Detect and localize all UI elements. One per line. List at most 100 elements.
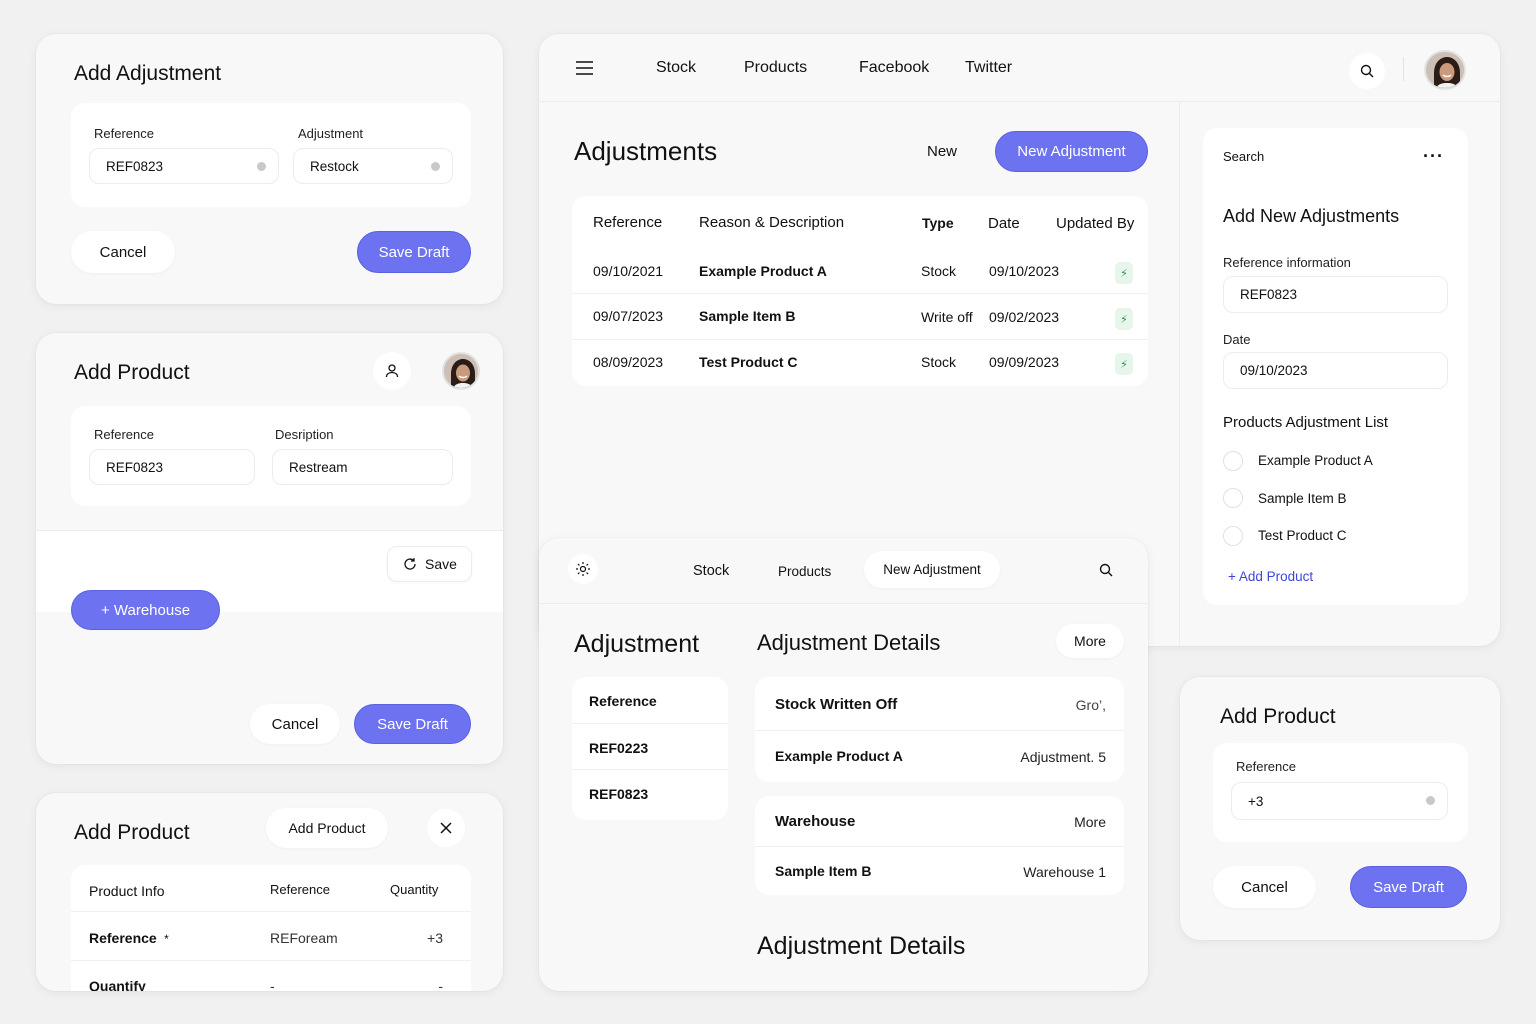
adjustment-value: Restock (310, 158, 359, 174)
nav-item-stock[interactable]: Stock (693, 563, 729, 579)
description-field[interactable]: Restream (272, 449, 453, 485)
divider (572, 293, 1148, 294)
panel-title: Add New Adjustments (1223, 206, 1400, 226)
divider (572, 339, 1148, 340)
edit-icon[interactable]: ⚡ (1115, 308, 1133, 330)
row-type: Write off (921, 309, 973, 325)
section-title: Adjustment (574, 630, 700, 658)
tab-new-adjustment[interactable]: New Adjustment (864, 551, 1000, 588)
list-item[interactable]: REF0823 (589, 786, 648, 802)
reference-value: REF0823 (106, 158, 164, 174)
nav-item-stock[interactable]: Stock (656, 59, 696, 77)
row-reference: 09/07/2023 (593, 308, 664, 324)
add-product-small-card: Add Product Reference +3 Cancel Save Dra… (1180, 677, 1500, 940)
reference-field[interactable]: REF0823 (89, 449, 255, 485)
status-dot (431, 162, 440, 171)
save-draft-button[interactable]: Save Draft (1350, 866, 1467, 908)
adjustment-field[interactable]: Restock (293, 148, 453, 184)
table-row[interactable]: Quantify - - (89, 978, 453, 991)
list-item[interactable]: Sample Item B (1258, 491, 1347, 506)
save-label: Save (425, 556, 457, 572)
detail-value: Gro’, (1075, 697, 1106, 713)
row-date: 09/02/2023 (989, 309, 1060, 325)
add-product-button[interactable]: Add Product (266, 808, 388, 848)
menu-icon[interactable] (576, 61, 593, 75)
more-options-icon[interactable]: ··· (1423, 147, 1444, 165)
cancel-button[interactable]: Cancel (71, 231, 175, 273)
required-marker: * (164, 932, 169, 946)
save-draft-button[interactable]: Save Draft (357, 231, 471, 273)
search-label[interactable]: Search (1223, 149, 1264, 164)
nav-item-products[interactable]: Products (744, 59, 807, 77)
search-icon[interactable] (1099, 563, 1113, 577)
detail-label: Warehouse (775, 813, 856, 830)
adjustments-table: Reference Reason & Description Type Date… (572, 196, 1148, 386)
nav-item-twitter[interactable]: Twitter (965, 59, 1012, 77)
nav-item-facebook[interactable]: Facebook (859, 59, 929, 77)
edit-icon[interactable]: ⚡ (1115, 353, 1133, 375)
add-product-card: Add Product Reference REF0823 Desription… (36, 333, 503, 764)
top-nav: Stock Products Facebook Twitter (539, 34, 1500, 102)
save-button[interactable]: Save (387, 546, 472, 582)
detail-label: Stock Written Off (775, 696, 898, 713)
list-item[interactable]: Example Product A (1258, 453, 1373, 468)
description-value: Restream (289, 459, 348, 475)
status-dot (257, 162, 266, 171)
save-draft-button[interactable]: Save Draft (354, 704, 471, 744)
divider (71, 911, 471, 912)
nav-item-products[interactable]: Products (778, 564, 831, 579)
col-header-updated-by: Updated By (1056, 215, 1135, 232)
reference-info-label: Reference information (1223, 255, 1351, 270)
reference-label: Reference (1236, 759, 1296, 774)
table-row[interactable]: Reference * REFoream +3 (89, 930, 453, 950)
more-button[interactable]: More (1056, 624, 1124, 658)
avatar[interactable] (442, 352, 480, 390)
settings-icon[interactable] (568, 554, 598, 584)
reference-label: Reference (94, 126, 154, 141)
col-header-reason: Reason & Description (699, 214, 845, 231)
row-date: 09/10/2023 (989, 263, 1060, 279)
edit-icon[interactable]: ⚡ (1115, 262, 1133, 284)
list-item[interactable]: Test Product C (1258, 528, 1347, 543)
row-type: Stock (921, 263, 957, 279)
col-header-reference: Reference (270, 882, 330, 897)
card-title: Add Product (1220, 705, 1336, 728)
col-header-product-info: Product Info (89, 883, 165, 899)
more-link[interactable]: More (1074, 814, 1106, 830)
avatar[interactable] (1424, 50, 1466, 90)
row-quantity: +3 (427, 930, 443, 946)
reference-field[interactable]: +3 (1231, 782, 1448, 820)
add-product-link[interactable]: + Add Product (1228, 569, 1313, 584)
row-date: 09/09/2023 (989, 354, 1060, 370)
new-adjustment-button[interactable]: New Adjustment (995, 131, 1148, 172)
new-link[interactable]: New (927, 143, 957, 160)
row-reason: Sample Item B (699, 308, 796, 324)
date-field[interactable]: 09/10/2023 (1223, 352, 1448, 389)
reference-info-field[interactable]: REF0823 (1223, 276, 1448, 313)
list-item[interactable]: REF0223 (589, 740, 648, 756)
close-icon[interactable] (427, 809, 465, 847)
user-icon[interactable] (373, 352, 411, 390)
radio-button[interactable] (1223, 488, 1243, 508)
date-label: Date (1223, 332, 1251, 347)
card-title: Add Product (74, 821, 190, 844)
reference-field[interactable]: REF0823 (89, 148, 279, 184)
cancel-button[interactable]: Cancel (1213, 866, 1316, 908)
card-title: Add Product (74, 361, 190, 384)
page-title: Adjustments (574, 136, 718, 166)
add-warehouse-button[interactable]: + Warehouse (71, 590, 220, 630)
cancel-button[interactable]: Cancel (250, 704, 340, 744)
form-panel: Reference +3 (1213, 743, 1468, 842)
reference-label: Reference (94, 427, 154, 442)
divider (755, 846, 1124, 847)
search-icon[interactable] (1349, 53, 1385, 89)
row-label: Reference (89, 930, 157, 946)
details-title: Adjustment Details (757, 630, 941, 655)
row-reference: 08/09/2023 (593, 354, 664, 370)
col-header-type: Type (922, 215, 954, 231)
row-reason: Example Product A (699, 263, 827, 279)
radio-button[interactable] (1223, 526, 1243, 546)
radio-button[interactable] (1223, 451, 1243, 471)
details-block: Stock Written Off Gro’, Example Product … (755, 677, 1124, 782)
status-dot (1426, 796, 1435, 805)
